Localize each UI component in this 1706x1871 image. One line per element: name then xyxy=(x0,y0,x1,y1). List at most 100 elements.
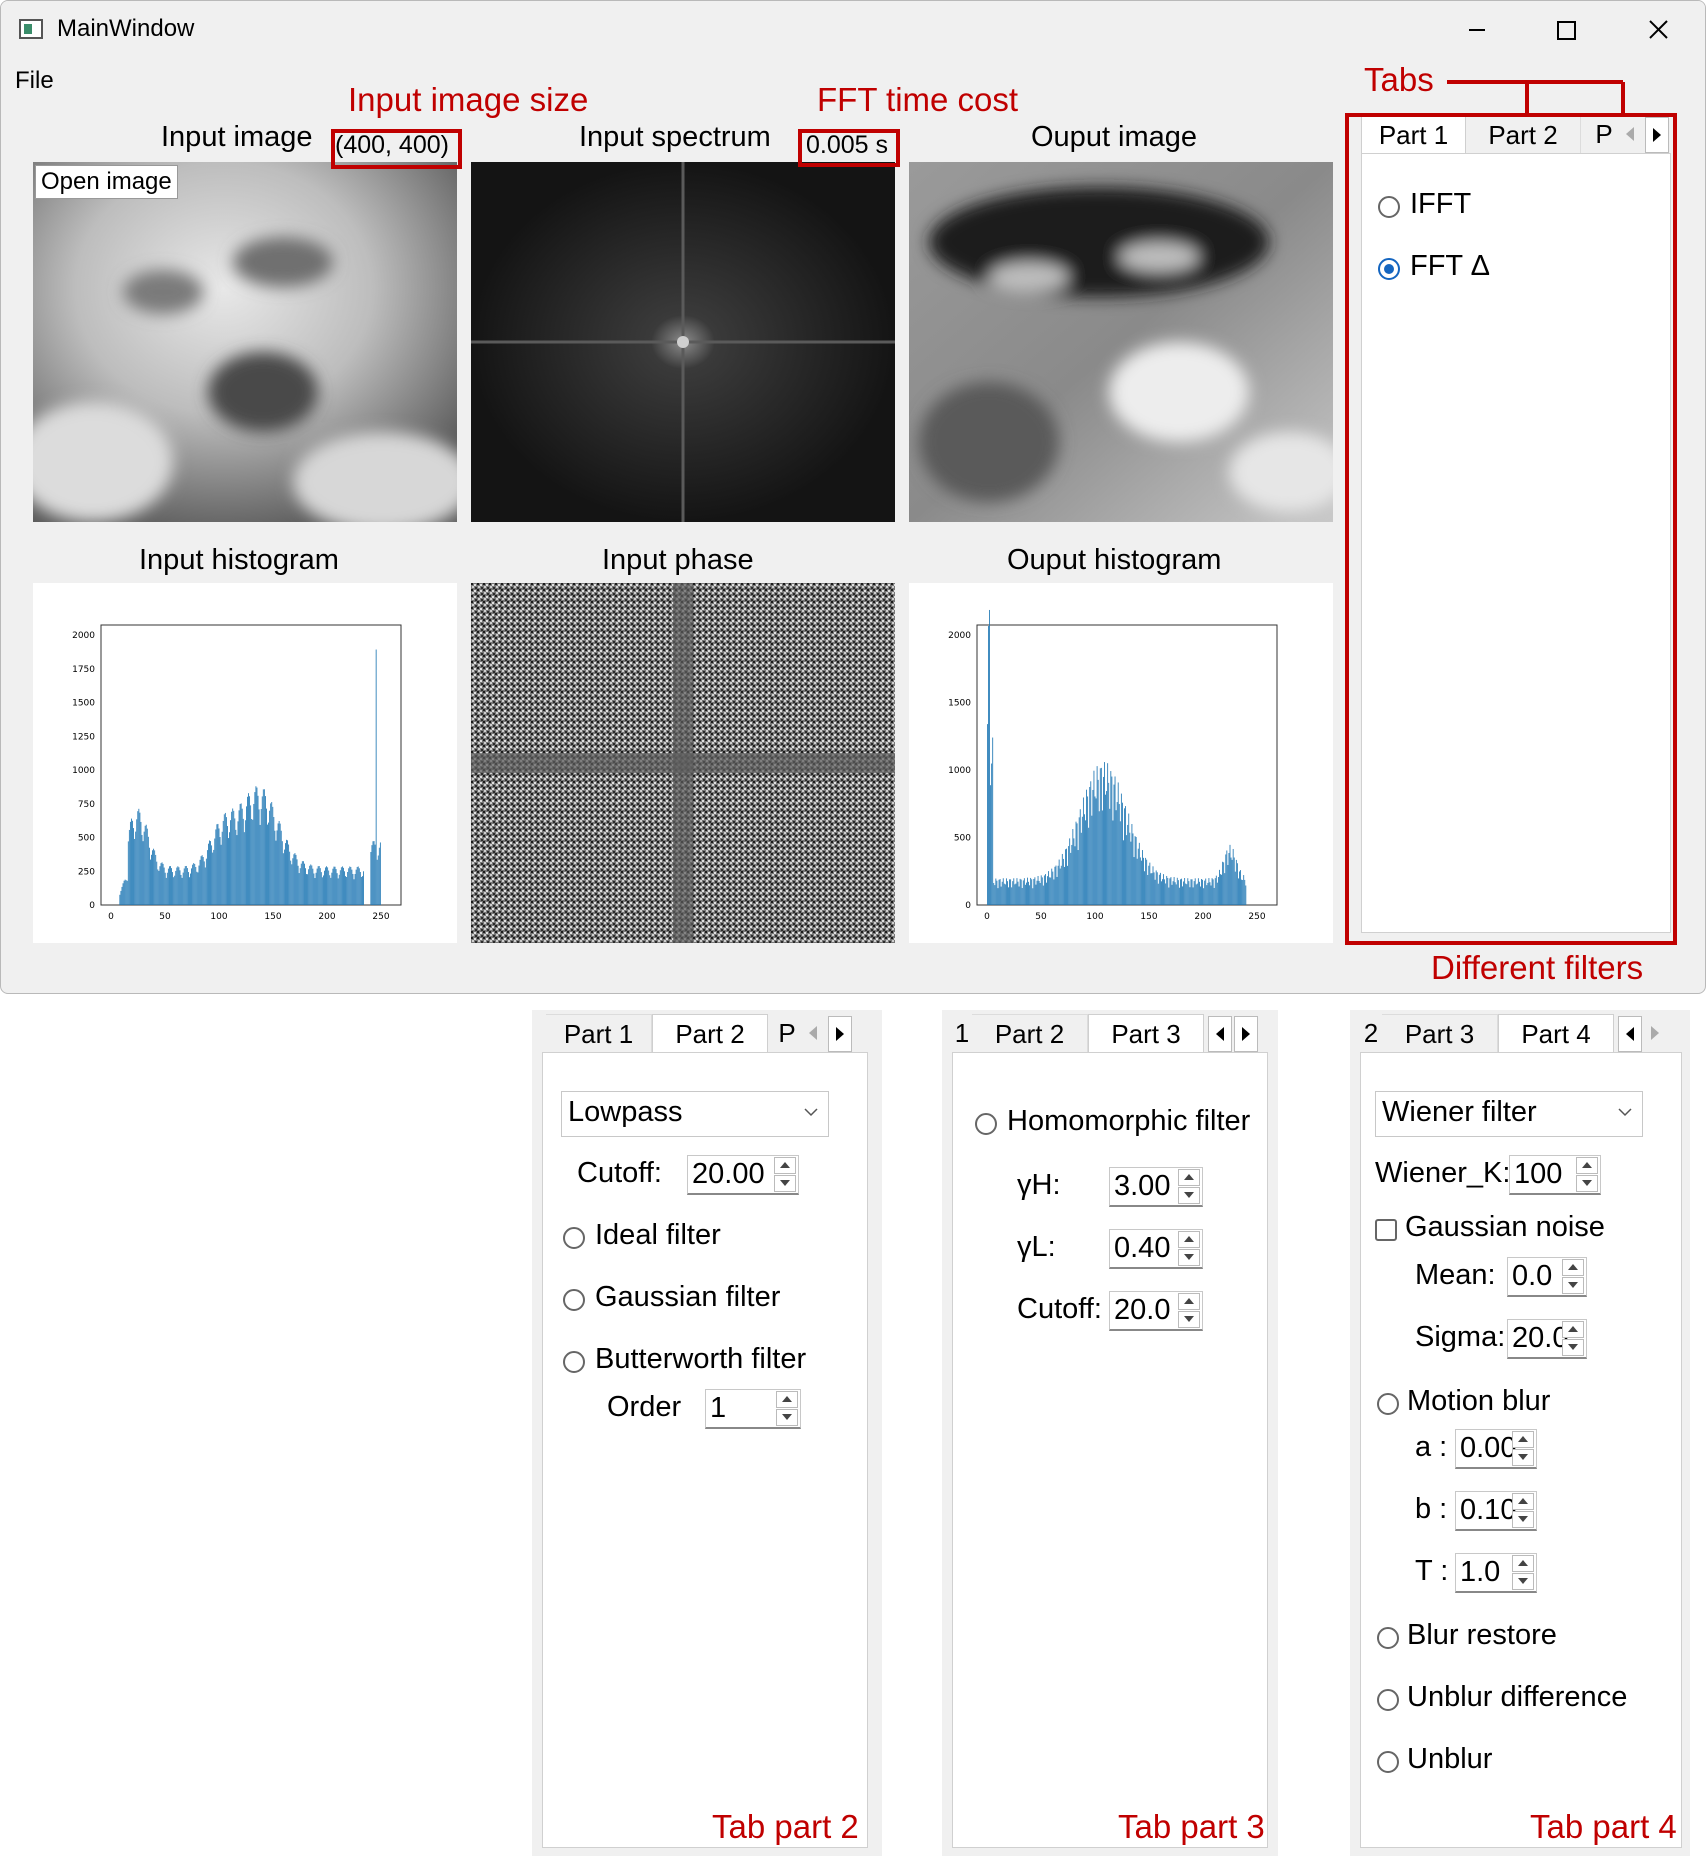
t-spinbox[interactable]: 1.0 xyxy=(1455,1553,1537,1593)
filter-type-combo[interactable]: Lowpass xyxy=(561,1091,829,1137)
spin-up-icon[interactable] xyxy=(774,1157,796,1174)
histogram-bar xyxy=(1117,782,1119,905)
sigma-spinbox[interactable]: 20.0 xyxy=(1507,1319,1587,1359)
histogram-bar xyxy=(329,875,331,905)
histogram-bar xyxy=(140,821,142,905)
unblur-difference-radio[interactable] xyxy=(1377,1689,1399,1711)
menu-file[interactable]: File xyxy=(15,67,54,95)
histogram-bar xyxy=(1092,789,1094,905)
histogram-bar xyxy=(1116,802,1118,905)
tab-part-2-truncated[interactable]: 2 xyxy=(1360,1014,1382,1052)
spin-down-icon[interactable] xyxy=(1512,1449,1534,1466)
histogram-bar xyxy=(133,828,134,905)
blur-restore-radio[interactable] xyxy=(1377,1627,1399,1649)
ideal-filter-radio[interactable] xyxy=(563,1227,585,1249)
spin-down-icon[interactable] xyxy=(1178,1249,1200,1266)
tab-scroll-right[interactable] xyxy=(1644,1016,1668,1052)
unblur-radio[interactable] xyxy=(1377,1751,1399,1773)
y-tick-label: 2000 xyxy=(72,631,95,641)
tab-part-4[interactable]: Part 4 xyxy=(1498,1014,1614,1052)
histogram-bar xyxy=(1097,779,1099,905)
tab-part-2[interactable]: Part 2 xyxy=(972,1014,1088,1052)
histogram-bar xyxy=(302,861,304,905)
histogram-bar xyxy=(1002,878,1004,905)
spin-up-icon[interactable] xyxy=(776,1391,798,1408)
cutoff-spinbox[interactable]: 20.00 xyxy=(687,1155,799,1195)
spin-up-icon[interactable] xyxy=(1178,1169,1200,1186)
histogram-bar xyxy=(1197,878,1199,905)
histogram-bar xyxy=(1018,886,1020,905)
tab-part-1[interactable]: Part 1 xyxy=(546,1014,652,1052)
histogram-bar xyxy=(126,880,128,905)
spin-up-icon[interactable] xyxy=(1512,1431,1534,1448)
spin-up-icon[interactable] xyxy=(1512,1493,1534,1510)
open-image-button[interactable]: Open image xyxy=(35,165,178,199)
spin-down-icon[interactable] xyxy=(1512,1573,1534,1590)
tab-scroll-right[interactable] xyxy=(828,1016,852,1052)
spin-up-icon[interactable] xyxy=(1562,1321,1584,1338)
histogram-bar xyxy=(1113,784,1115,905)
tab-scroll-left[interactable] xyxy=(802,1016,826,1052)
cutoff-spinbox[interactable]: 20.0 xyxy=(1109,1291,1203,1331)
histogram-bar xyxy=(1004,884,1006,905)
tab-part-3[interactable]: Part 3 xyxy=(1088,1014,1204,1052)
tab-part-3-truncated[interactable]: P xyxy=(772,1014,802,1052)
histogram-bar xyxy=(1176,877,1178,905)
histogram-bar xyxy=(289,851,291,905)
tab-part-3[interactable]: Part 3 xyxy=(1382,1014,1498,1052)
histogram-bar xyxy=(1073,838,1075,905)
close-button[interactable] xyxy=(1629,7,1689,53)
histogram-bar xyxy=(373,841,375,905)
spin-down-icon[interactable] xyxy=(1178,1187,1200,1204)
histogram-bar xyxy=(196,871,198,905)
gaussian-filter-radio[interactable] xyxy=(563,1289,585,1311)
histogram-bar xyxy=(1015,883,1017,905)
gamma-l-spinbox[interactable]: 0.40 xyxy=(1109,1229,1203,1269)
wiener-k-spinbox[interactable]: 100 xyxy=(1509,1155,1601,1195)
spin-down-icon[interactable] xyxy=(1562,1277,1584,1294)
spin-down-icon[interactable] xyxy=(1562,1339,1584,1356)
spin-down-icon[interactable] xyxy=(774,1175,796,1192)
histogram-bar xyxy=(352,873,354,905)
histogram-bar xyxy=(1155,870,1157,905)
histogram-bar xyxy=(281,841,283,905)
histogram-bar xyxy=(1066,848,1067,905)
tab-scroll-left[interactable] xyxy=(1208,1016,1232,1052)
histogram-bar xyxy=(1103,776,1104,905)
tab-scroll-right[interactable] xyxy=(1234,1016,1258,1052)
histogram-bar xyxy=(269,810,271,905)
butterworth-filter-radio[interactable] xyxy=(563,1351,585,1373)
input-spectrum xyxy=(471,162,895,522)
histogram-bar xyxy=(179,870,181,905)
histogram-bar xyxy=(218,828,220,905)
ideal-filter-label: Ideal filter xyxy=(595,1219,721,1251)
y-tick-label: 1000 xyxy=(72,766,95,776)
restore-type-combo[interactable]: Wiener filter xyxy=(1375,1091,1643,1137)
homomorphic-filter-radio[interactable] xyxy=(975,1113,997,1135)
spin-up-icon[interactable] xyxy=(1512,1555,1534,1572)
b-spinbox[interactable]: 0.10 xyxy=(1455,1491,1537,1531)
motion-blur-radio[interactable] xyxy=(1377,1393,1399,1415)
histogram-bar xyxy=(1236,863,1238,905)
spin-up-icon[interactable] xyxy=(1562,1259,1584,1276)
histogram-bar xyxy=(165,877,167,905)
spin-down-icon[interactable] xyxy=(1178,1311,1200,1328)
order-spinbox[interactable]: 1 xyxy=(705,1389,801,1429)
tab-scroll-left[interactable] xyxy=(1618,1016,1642,1052)
a-spinbox[interactable]: 0.00 xyxy=(1455,1429,1537,1469)
histogram-bar xyxy=(1140,860,1142,905)
gamma-h-spinbox[interactable]: 3.00 xyxy=(1109,1167,1203,1207)
mean-spinbox[interactable]: 0.0 xyxy=(1507,1257,1587,1297)
spin-down-icon[interactable] xyxy=(1576,1175,1598,1192)
spin-up-icon[interactable] xyxy=(1178,1293,1200,1310)
minimize-button[interactable] xyxy=(1447,7,1507,53)
spin-up-icon[interactable] xyxy=(1178,1231,1200,1248)
gaussian-noise-checkbox[interactable] xyxy=(1375,1219,1397,1241)
maximize-button[interactable] xyxy=(1537,7,1597,53)
histogram-bar xyxy=(122,883,124,905)
tab-part-1-truncated[interactable]: 1 xyxy=(952,1014,972,1052)
spin-down-icon[interactable] xyxy=(1512,1511,1534,1528)
spin-up-icon[interactable] xyxy=(1576,1157,1598,1174)
spin-down-icon[interactable] xyxy=(776,1409,798,1426)
tab-part-2[interactable]: Part 2 xyxy=(652,1014,768,1052)
